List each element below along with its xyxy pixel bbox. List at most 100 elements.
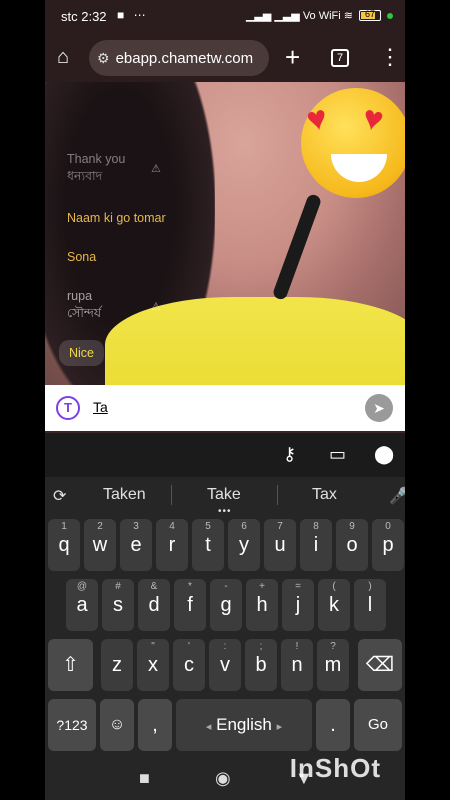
key-m[interactable]: ? m xyxy=(317,639,349,691)
suggestion-2[interactable]: Take xyxy=(207,486,241,504)
key-n[interactable]: ! n xyxy=(281,639,313,691)
key-q[interactable]: 1q xyxy=(48,519,80,571)
status-notification-icons: ■ ⋯ xyxy=(117,8,149,22)
key-hint: 3 xyxy=(133,521,139,532)
chat-message-translation: ধন্যবাদ xyxy=(67,169,103,183)
key-d[interactable]: & d xyxy=(138,579,170,631)
emoji-mouth xyxy=(331,154,387,182)
key-b[interactable]: ; b xyxy=(245,639,277,691)
key-g[interactable]: -g xyxy=(210,579,242,631)
shift-key[interactable]: ⇧ xyxy=(48,639,93,691)
key-hint: 9 xyxy=(349,521,355,532)
suggestion-divider xyxy=(277,485,278,505)
key-r[interactable]: 4r xyxy=(156,519,188,571)
key-hint: ? xyxy=(330,641,336,652)
home-nav-icon[interactable]: ◉ xyxy=(215,768,231,789)
address-bar[interactable]: ⚙ ebapp.chametw.com xyxy=(89,40,269,76)
key-k[interactable]: (k xyxy=(318,579,350,631)
chat-message-text: Thank you xyxy=(67,152,126,166)
new-tab-icon[interactable]: + xyxy=(285,42,300,73)
signal-wifi-icons: ▁▃▅ ▁▃▅ Vo WiFi ≋ xyxy=(245,10,353,22)
key-y[interactable]: 6y xyxy=(228,519,260,571)
video-earphone-cord xyxy=(271,192,323,302)
key-w[interactable]: 2w xyxy=(84,519,116,571)
chat-message-text: Naam ki go tomar xyxy=(67,211,166,225)
message-input[interactable]: Ta xyxy=(93,399,108,415)
more-suggestions-icon[interactable]: ••• xyxy=(218,506,232,517)
chat-message-text: rupa xyxy=(67,289,93,303)
chat-message: Thank you ধন্যবাদ xyxy=(67,152,125,188)
chat-message-translation: সৌন্দর্য xyxy=(67,306,102,320)
symbols-key[interactable]: ?123 xyxy=(48,699,96,751)
key-label: x xyxy=(148,654,158,676)
key-l[interactable]: ) l xyxy=(354,579,386,631)
key-a[interactable]: @ a xyxy=(66,579,98,631)
warning-icon: ⚠ xyxy=(151,301,161,313)
suggestion-1[interactable]: Taken xyxy=(103,486,146,504)
key-f[interactable]: * f xyxy=(174,579,206,631)
chat-message-text: Nice xyxy=(69,346,95,360)
send-button[interactable]: ➤ xyxy=(365,394,393,422)
key-label: h xyxy=(256,594,268,616)
key-v[interactable]: :v xyxy=(209,639,241,691)
emoji-key[interactable]: ☺ xyxy=(100,699,134,751)
heart-eyes-emoji-sticker: ♥ ♥ xyxy=(301,88,405,198)
key-hint: * xyxy=(188,581,192,592)
key-s[interactable]: # s xyxy=(102,579,134,631)
heart-icon: ♥ xyxy=(303,98,331,140)
menu-icon[interactable]: ⋮ xyxy=(379,44,401,70)
key-j[interactable]: = j xyxy=(282,579,314,631)
chat-message-bubble: Nice xyxy=(59,340,105,366)
key-hint: # xyxy=(115,581,121,592)
status-time: stc 2:32 xyxy=(61,9,107,24)
app-logo-icon[interactable]: T xyxy=(56,396,80,420)
key-p[interactable]: 0p xyxy=(372,519,404,571)
chevron-left-icon: ◂ xyxy=(205,721,212,733)
comma-key[interactable]: , xyxy=(138,699,172,751)
video-shirt-region xyxy=(105,297,405,385)
key-hint: & xyxy=(150,581,158,592)
key-o[interactable]: 9o xyxy=(336,519,368,571)
key-label: o xyxy=(346,534,358,556)
key-t[interactable]: 5t xyxy=(192,519,224,571)
key-x[interactable]: " x xyxy=(137,639,169,691)
key-label: r xyxy=(168,534,176,556)
key-hint: " xyxy=(151,641,155,652)
period-key[interactable]: . xyxy=(316,699,350,751)
key-hint: @ xyxy=(76,581,88,592)
key-label: j xyxy=(295,594,301,616)
message-composer: T Ta ➤ xyxy=(45,385,405,431)
key-hint: + xyxy=(259,581,265,592)
tab-switcher-button[interactable]: 7 xyxy=(331,49,349,67)
chevron-right-icon: ▸ xyxy=(276,721,283,733)
translate-icon[interactable]: ⟳ xyxy=(53,486,66,506)
autofill-toolbar: ⚷ ▭ ⬤ xyxy=(45,431,405,477)
key-z[interactable]: z xyxy=(101,639,133,691)
site-settings-icon[interactable]: ⚙ xyxy=(97,50,110,67)
credit-card-icon[interactable]: ▭ xyxy=(329,444,346,465)
key-label: d xyxy=(148,594,160,616)
backspace-key[interactable]: ⌫ xyxy=(358,639,402,691)
go-key[interactable]: Go xyxy=(354,699,402,751)
key-label: y xyxy=(239,534,249,556)
key-c[interactable]: ' c xyxy=(173,639,205,691)
key-label: i xyxy=(313,534,319,556)
microphone-icon[interactable]: 🎤 xyxy=(389,486,405,506)
home-icon[interactable]: ⌂ xyxy=(57,46,69,69)
location-pin-icon[interactable]: ⬤ xyxy=(374,444,394,465)
url-text: ebapp.chametw.com xyxy=(115,49,254,67)
suggestion-strip: ⟳ Taken Take ••• Tax 🎤 xyxy=(45,477,405,517)
key-u[interactable]: 7u xyxy=(264,519,296,571)
key-hint: 2 xyxy=(97,521,103,532)
key-e[interactable]: 3e xyxy=(120,519,152,571)
key-i[interactable]: 8i xyxy=(300,519,332,571)
suggestion-3[interactable]: Tax xyxy=(312,486,337,504)
key-hint: 1 xyxy=(61,521,67,532)
video-stream: ♥ ♥ Thank you ধন্যবাদ ⚠ Naam ki go tomar… xyxy=(45,82,405,385)
key-hint: 8 xyxy=(313,521,319,532)
key-icon[interactable]: ⚷ xyxy=(283,444,296,465)
recents-icon[interactable]: ■ xyxy=(139,768,150,789)
key-h[interactable]: + h xyxy=(246,579,278,631)
space-key[interactable]: ◂ English ▸ xyxy=(176,699,312,751)
key-hint: = xyxy=(295,581,301,592)
